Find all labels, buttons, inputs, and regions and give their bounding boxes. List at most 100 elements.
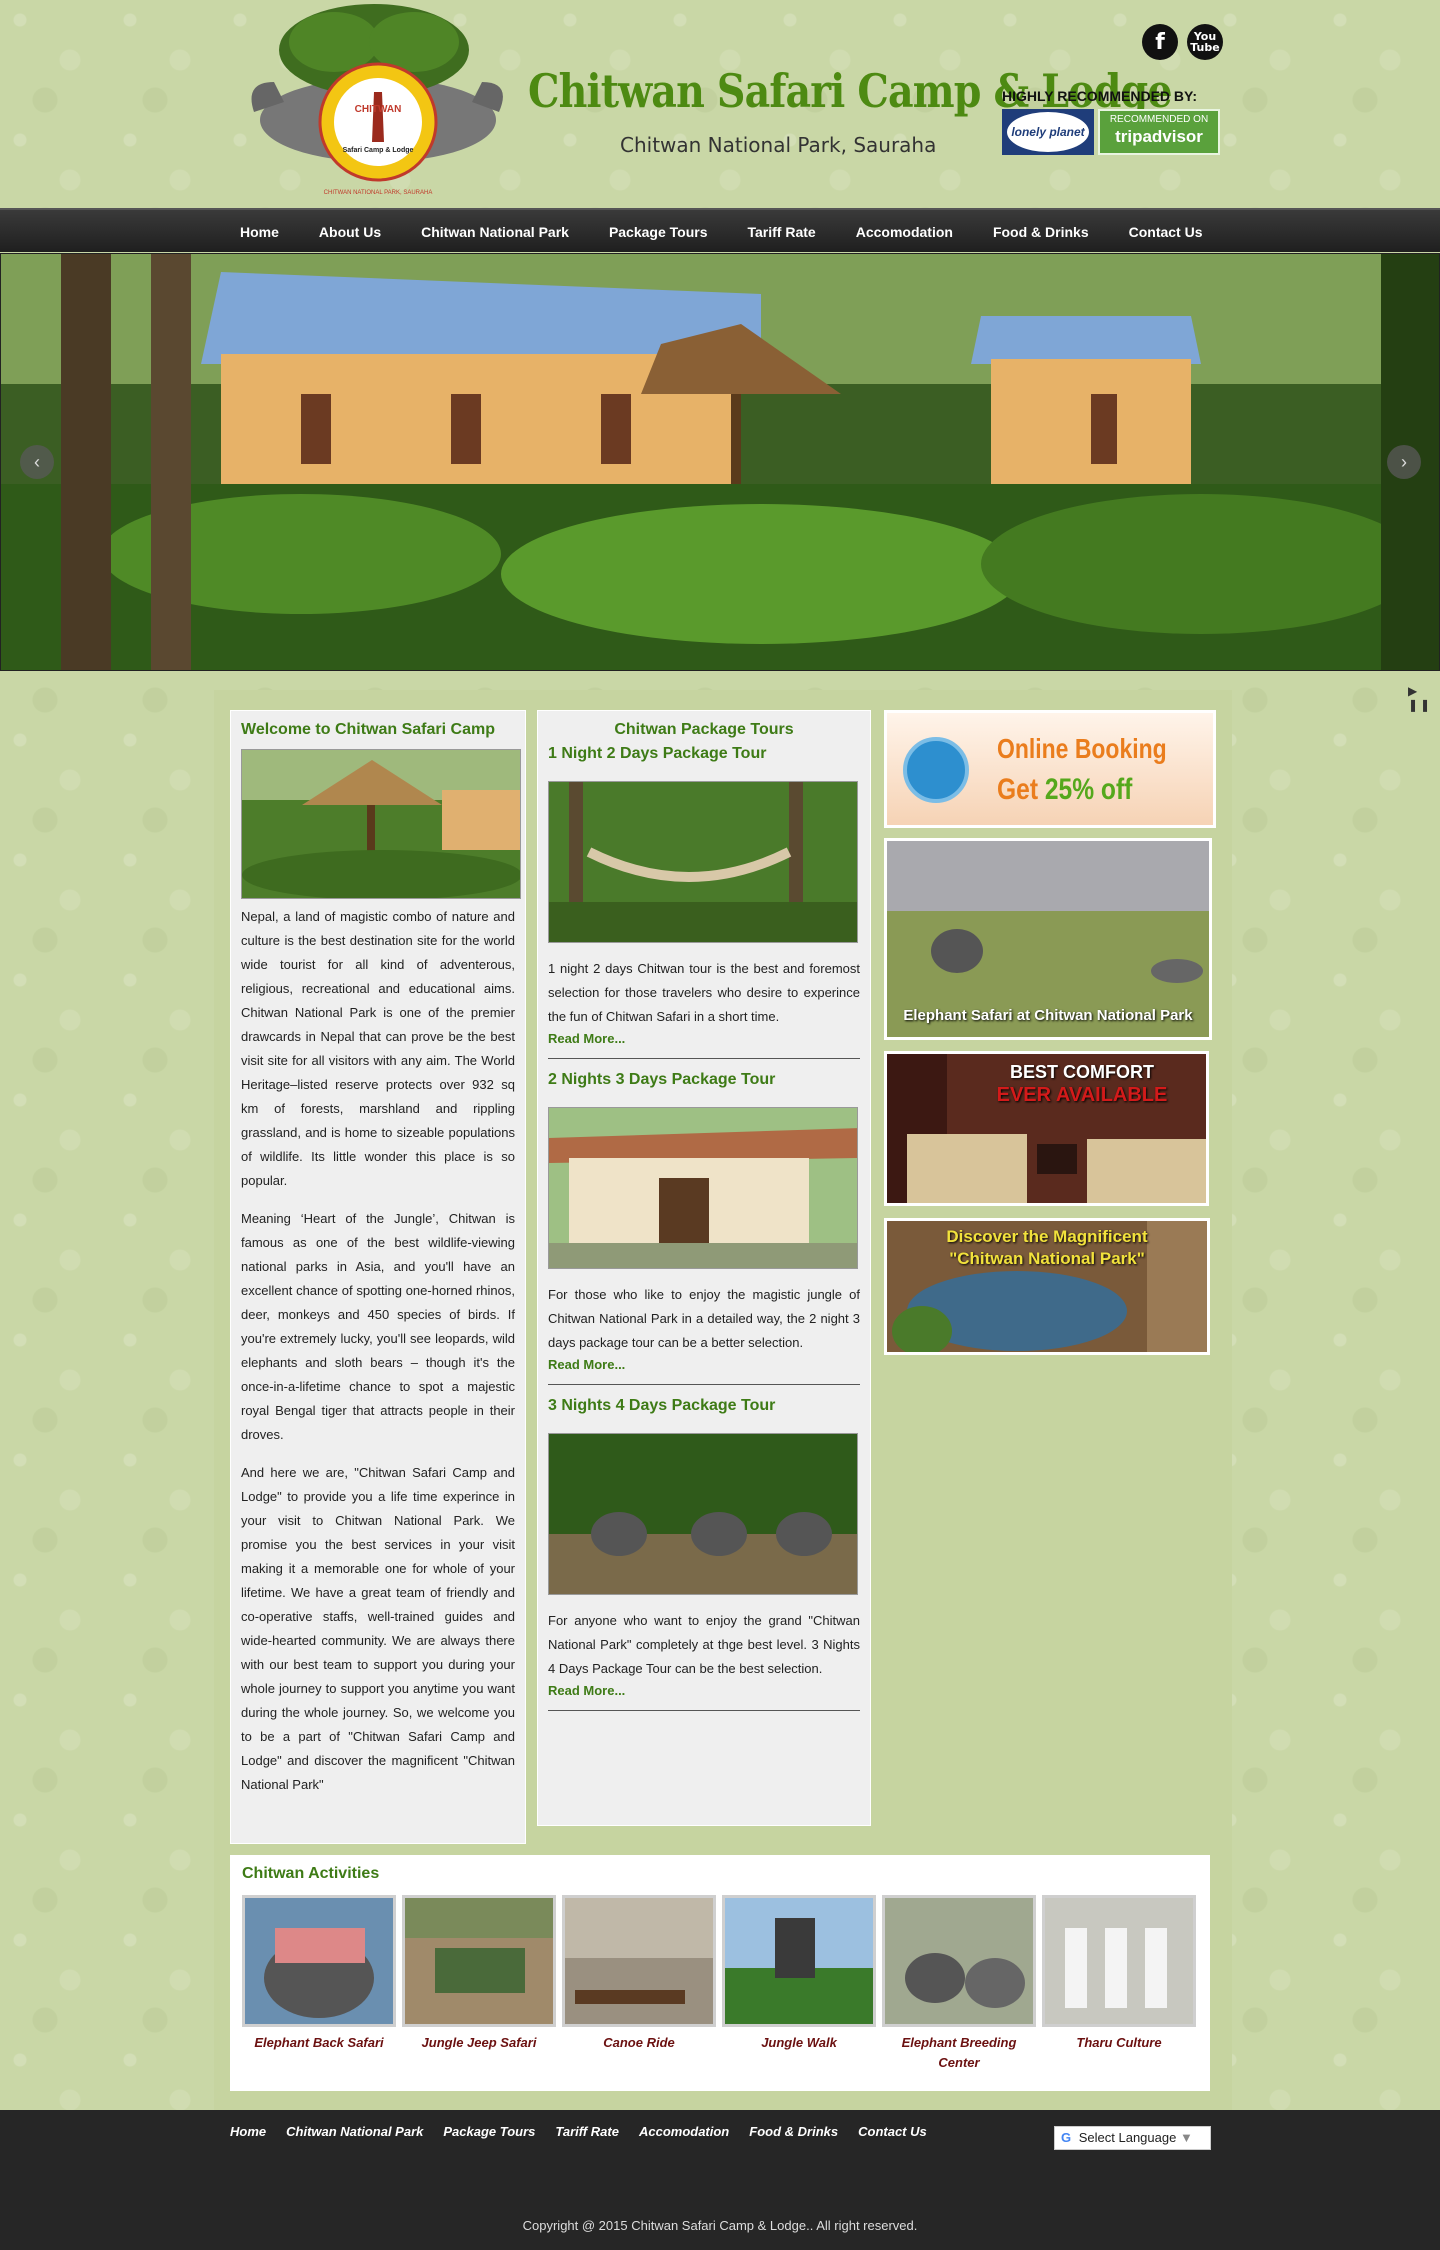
activity-item[interactable]: Jungle Walk — [722, 1895, 876, 2073]
header: CHITWAN Safari Camp & Lodge CHITWAN NATI… — [0, 0, 1440, 208]
activity-item[interactable]: Elephant Back Safari — [242, 1895, 396, 2073]
package-item: 2 Nights 3 Days Package Tour For those w… — [548, 1071, 860, 1385]
nav-accomodation[interactable]: Accomodation — [840, 210, 969, 254]
booking-discount: 25% off — [1044, 773, 1133, 806]
read-more-link[interactable]: Read More... — [548, 1683, 860, 1698]
welcome-paragraph-2: Meaning ‘Heart of the Jungle’, Chitwan i… — [241, 1211, 515, 1442]
tripadvisor-badge[interactable]: RECOMMENDED ON tripadvisor — [1098, 109, 1220, 155]
footer-link-contact-us[interactable]: Contact Us — [858, 2124, 927, 2139]
activity-item[interactable]: Tharu Culture — [1042, 1895, 1196, 2073]
package-photo — [548, 781, 858, 943]
read-more-link[interactable]: Read More... — [548, 1031, 860, 1046]
discover-line-1: Discover the Magnificent — [946, 1227, 1148, 1246]
footer-link-tariff-rate[interactable]: Tariff Rate — [555, 2124, 619, 2139]
safari-caption: Elephant Safari at Chitwan National Park — [903, 1007, 1193, 1024]
main-nav: Home About Us Chitwan National Park Pack… — [0, 208, 1440, 252]
booking-line-2: Get 25% off — [997, 773, 1132, 807]
slider-prev-icon[interactable]: ‹ — [20, 445, 54, 479]
footer-link-chitwan-national-park[interactable]: Chitwan National Park — [286, 2124, 423, 2139]
activity-caption: Elephant Breeding Center — [901, 2035, 1017, 2070]
globe-icon — [903, 737, 969, 803]
nav-about-us[interactable]: About Us — [303, 210, 397, 254]
welcome-paragraph-1: Nepal, a land of magistic combo of natur… — [241, 909, 515, 1188]
nav-food-drinks[interactable]: Food & Drinks — [977, 210, 1105, 254]
footer: Home Chitwan National Park Package Tours… — [0, 2110, 1440, 2250]
discover-park-banner[interactable]: Discover the Magnificent "Chitwan Nation… — [884, 1218, 1210, 1355]
activity-item[interactable]: Canoe Ride — [562, 1895, 716, 2073]
comfort-line-1: BEST COMFORT — [1010, 1062, 1154, 1082]
welcome-photo — [241, 749, 521, 899]
package-photo — [548, 1107, 858, 1269]
footer-link-package-tours[interactable]: Package Tours — [443, 2124, 535, 2139]
nav-chitwan-national-park[interactable]: Chitwan National Park — [405, 210, 585, 254]
package-title[interactable]: 3 Nights 4 Days Package Tour — [548, 1397, 860, 1415]
divider — [548, 1710, 860, 1711]
package-photo — [548, 1433, 858, 1595]
tripadvisor-small: RECOMMENDED ON — [1109, 114, 1209, 125]
package-title[interactable]: 2 Nights 3 Days Package Tour — [548, 1071, 860, 1089]
activity-thumb — [402, 1895, 556, 2027]
logo-text-ring: CHITWAN NATIONAL PARK, SAURAHA — [324, 190, 433, 196]
packages-column: Chitwan Package Tours 1 Night 2 Days Pac… — [537, 710, 871, 1826]
activity-thumb — [242, 1895, 396, 2027]
online-booking-banner[interactable]: Online Booking Get 25% off — [884, 710, 1216, 828]
booking-line-1: Online Booking — [997, 733, 1167, 764]
divider — [548, 1058, 860, 1059]
activity-caption: Canoe Ride — [603, 2035, 675, 2050]
slider-image — [1, 254, 1439, 670]
activity-caption: Jungle Jeep Safari — [421, 2035, 537, 2050]
activity-caption: Tharu Culture — [1076, 2035, 1162, 2050]
slider-play-pause-icon[interactable]: ▶ ❚❚ — [1408, 684, 1440, 712]
welcome-paragraph-3: And here we are, "Chitwan Safari Camp an… — [241, 1465, 515, 1792]
best-comfort-banner[interactable]: BEST COMFORT EVER AVAILABLE — [884, 1051, 1209, 1206]
lonely-planet-logo: lonely planet — [1007, 112, 1089, 152]
comfort-line-2: EVER AVAILABLE — [996, 1084, 1168, 1106]
language-select[interactable]: G Select Language ▼ — [1054, 2126, 1211, 2150]
package-text: 1 night 2 days Chitwan tour is the best … — [548, 961, 860, 1024]
activity-thumb — [882, 1895, 1036, 2027]
nav-tariff-rate[interactable]: Tariff Rate — [732, 210, 832, 254]
footer-link-food-drinks[interactable]: Food & Drinks — [749, 2124, 838, 2139]
facebook-icon[interactable]: f — [1142, 24, 1178, 60]
nav-package-tours[interactable]: Package Tours — [593, 210, 724, 254]
welcome-column: Welcome to Chitwan Safari Camp Nepal, a … — [230, 710, 526, 1844]
activities-section: Chitwan Activities Elephant Back Safari … — [230, 1855, 1210, 2091]
logo-text-mid: Safari Camp & Lodge — [343, 147, 414, 154]
activities-title: Chitwan Activities — [242, 1865, 380, 1882]
welcome-title: Welcome to Chitwan Safari Camp — [241, 721, 495, 738]
youtube-icon[interactable]: You Tube — [1187, 24, 1223, 60]
package-item: 3 Nights 4 Days Package Tour For anyone … — [548, 1397, 860, 1711]
activity-item[interactable]: Jungle Jeep Safari — [402, 1895, 556, 2073]
nav-home[interactable]: Home — [224, 210, 295, 254]
activity-caption: Jungle Walk — [761, 2035, 837, 2050]
package-text: For those who like to enjoy the magistic… — [548, 1287, 860, 1350]
activity-thumb — [722, 1895, 876, 2027]
copyright-text: Copyright @ 2015 Chitwan Safari Camp & L… — [522, 2218, 918, 2233]
package-item: 1 Night 2 Days Package Tour 1 night 2 da… — [548, 745, 860, 1059]
recommended-label: HIGHLY RECOMMENDED BY: — [1002, 88, 1197, 104]
read-more-link[interactable]: Read More... — [548, 1357, 860, 1372]
language-select-label: Select Language — [1078, 2130, 1177, 2145]
elephant-safari-banner[interactable]: Elephant Safari at Chitwan National Park — [884, 838, 1212, 1040]
footer-link-accomodation[interactable]: Accomodation — [639, 2124, 729, 2139]
booking-get: Get — [997, 773, 1045, 806]
site-logo[interactable]: CHITWAN Safari Camp & Lodge CHITWAN NATI… — [244, 2, 512, 202]
logo-text-top: CHITWAN — [355, 104, 402, 115]
tripadvisor-logo: tripadvisor — [1115, 127, 1203, 146]
slider-next-icon[interactable]: › — [1387, 445, 1421, 479]
chevron-down-icon: ▼ — [1179, 2130, 1193, 2145]
site-title: Chitwan Safari Camp & Lodge — [528, 64, 1173, 118]
activity-item[interactable]: Elephant Breeding Center — [882, 1895, 1036, 2073]
packages-title: Chitwan Package Tours — [614, 721, 794, 738]
site-subtitle: Chitwan National Park, Sauraha — [620, 133, 937, 157]
discover-line-2: "Chitwan National Park" — [949, 1249, 1145, 1268]
package-text: For anyone who want to enjoy the grand "… — [548, 1613, 860, 1676]
package-title[interactable]: 1 Night 2 Days Package Tour — [548, 745, 860, 763]
lonely-planet-badge[interactable]: lonely planet — [1002, 109, 1094, 155]
activity-thumb — [562, 1895, 716, 2027]
google-icon: G — [1061, 2130, 1072, 2145]
activity-caption: Elephant Back Safari — [254, 2035, 384, 2050]
footer-link-home[interactable]: Home — [230, 2124, 266, 2139]
nav-contact-us[interactable]: Contact Us — [1113, 210, 1219, 254]
hero-slider[interactable]: ‹ › — [0, 253, 1440, 671]
